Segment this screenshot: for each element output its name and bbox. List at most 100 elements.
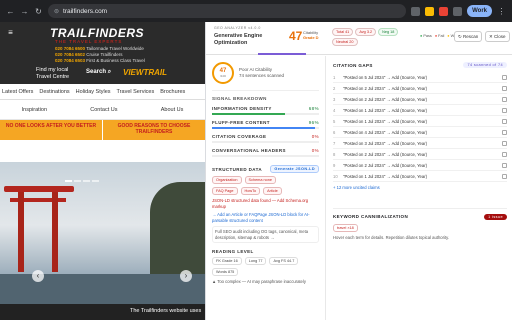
reload-icon[interactable]: ↻: [34, 7, 43, 16]
arrow-left-icon[interactable]: ←: [6, 7, 15, 16]
nav-brochures[interactable]: Brochures: [160, 89, 185, 95]
schema-chip[interactable]: Organization: [212, 176, 242, 184]
stat-chip[interactable]: Avg 3.2: [355, 28, 377, 36]
profile-button[interactable]: Work: [467, 5, 492, 17]
nav-contact-us[interactable]: Contact Us: [90, 107, 117, 113]
signal-row: CITATION COVERAGE 0%: [212, 134, 319, 143]
extension-icon[interactable]: [411, 6, 421, 16]
generate-jsonld-button[interactable]: Generate JSON-LD: [270, 165, 319, 173]
copy-icon[interactable]: [502, 74, 507, 80]
carousel-dot[interactable]: [74, 180, 81, 182]
citation-gap-item[interactable]: 3 "Posted on 2 Jul 2024" → Add (Source, Y…: [333, 94, 507, 105]
citation-gap-item[interactable]: 2 "Posted on 2 Jul 2024" → Add (Source, Y…: [333, 83, 507, 94]
schema-chip[interactable]: HowTo: [240, 187, 261, 195]
seo-audit-note[interactable]: Full SEO audit including OG tags, canoni…: [212, 226, 319, 243]
copy-icon[interactable]: [502, 151, 507, 157]
keyword-cannibalization-section: KEYWORD CANNIBALIZATION 1 issue travel ×…: [333, 208, 507, 240]
stat-chip[interactable]: Neutral 20: [332, 38, 358, 46]
right-column: CITATION GAPS 74 scanned of 74 1 "Posted …: [327, 56, 512, 320]
trailfinders-logo[interactable]: TRAILFINDERS: [50, 26, 144, 40]
promo-tab[interactable]: GOOD REASONS TO CHOOSE TRAILFINDERS: [102, 120, 205, 140]
gap-index: 3: [333, 96, 336, 102]
copy-icon[interactable]: [502, 96, 507, 102]
logo-tagline: THE TRAVEL EXPERTS: [55, 39, 123, 44]
viewtrail-logo[interactable]: VIEWTRAIL: [123, 68, 167, 77]
reading-chip: Avg FS 44.7: [269, 257, 299, 265]
search-icon: ⌕: [107, 69, 112, 75]
schema-chip[interactable]: FAQ Page: [212, 187, 238, 195]
url-text: trailfinders.com: [63, 7, 108, 15]
citation-gap-item[interactable]: 1 "Posted on 5 Jul 2024" → Add (Source, Y…: [333, 72, 507, 83]
citation-gap-item[interactable]: 6 "Posted on 4 Jul 2024" → Add (Source, Y…: [333, 127, 507, 138]
nav-latest-offers[interactable]: Latest Offers: [2, 89, 33, 95]
reading-level-warning: ▲ Too complex — AI may paraphrase inaccu…: [212, 279, 306, 284]
stat-chips: Total 41 Avg 3.2 Neg 18 Neutral 20: [332, 28, 412, 46]
citation-gap-item[interactable]: 7 "Posted on 3 Jul 2024" → Add (Source, Y…: [333, 138, 507, 149]
legend-fail: ● Fail: [434, 34, 445, 38]
nav-about-us[interactable]: About Us: [161, 107, 184, 113]
copy-icon[interactable]: [502, 107, 507, 113]
panel-header: GEO ANALYZER v4.0.0 Generative Engine Op…: [206, 22, 512, 55]
schema-chip[interactable]: Article: [263, 187, 282, 195]
structured-data-suggestion[interactable]: → Add an Article or FAQPage JSON-LD bloc…: [212, 212, 319, 223]
score-card: 47 /100 Poor AI Citability 74 sentences …: [212, 62, 319, 91]
keyword-chip[interactable]: travel ×18: [333, 224, 358, 232]
citation-gap-item[interactable]: 9 "Posted on 2 Jul 2024" → Add (Source, Y…: [333, 160, 507, 171]
site-header: ≡ TRAILFINDERS THE TRAVEL EXPERTS 020 70…: [0, 22, 205, 84]
nav-travel-services[interactable]: Travel Services: [117, 89, 155, 95]
score-summary: Poor AI Citability 74 sentences scanned: [239, 67, 285, 78]
copy-icon[interactable]: [502, 162, 507, 168]
close-button[interactable]: ✕ Close: [485, 31, 510, 42]
schema-chips: FAQ Page HowTo Article: [212, 187, 319, 195]
copy-icon[interactable]: [502, 85, 507, 91]
schema-chip[interactable]: Schema none: [244, 176, 276, 184]
carousel-next-icon[interactable]: ›: [180, 270, 192, 282]
torii-post: [52, 192, 58, 272]
active-tab-indicator: [258, 53, 306, 55]
carousel-dot[interactable]: [83, 180, 90, 182]
carousel-dot[interactable]: [92, 180, 99, 182]
more-gaps-link[interactable]: + 12 more uncited claims: [333, 185, 507, 190]
torii-post: [18, 192, 24, 272]
find-local-travel-centre-link[interactable]: Find my local Travel Centre: [36, 67, 80, 81]
gap-index: 6: [333, 129, 336, 135]
citation-gap-item[interactable]: 8 "Posted on 2 Jul 2024" → Add (Source, Y…: [333, 149, 507, 160]
stat-chip[interactable]: Neg 18: [378, 28, 399, 36]
copy-icon[interactable]: [502, 173, 507, 179]
puzzle-icon[interactable]: [453, 6, 463, 16]
promo-tab[interactable]: NO ONE LOOKS AFTER YOU BETTER: [0, 120, 102, 140]
hamburger-icon[interactable]: ≡: [6, 28, 15, 37]
geo-analyzer-extension-icon[interactable]: [425, 6, 435, 16]
phone-line[interactable]: 020 7084 6503 First & Business Class Tra…: [55, 58, 145, 64]
site-info-icon[interactable]: ⊜: [54, 8, 59, 15]
copy-icon[interactable]: [502, 140, 507, 146]
torii-gate: [4, 186, 74, 192]
reading-chip: FK Grade 16: [212, 257, 242, 265]
copy-icon[interactable]: [502, 129, 507, 135]
gap-index: 8: [333, 151, 336, 157]
keyword-cannibalization-heading: KEYWORD CANNIBALIZATION 1 issue: [333, 208, 507, 220]
menu-kebab-icon[interactable]: ⋮: [497, 7, 506, 16]
extension-icon[interactable]: [439, 6, 449, 16]
citation-gap-item[interactable]: 10 "Posted on 1 Jul 2024" → Add (Source, …: [333, 171, 507, 182]
carousel-dot[interactable]: [65, 180, 72, 182]
nav-destinations[interactable]: Destinations: [39, 89, 69, 95]
carousel-prev-icon[interactable]: ‹: [32, 270, 44, 282]
citation-gap-list: 1 "Posted on 5 Jul 2024" → Add (Source, Y…: [333, 72, 507, 182]
nav-inspiration[interactable]: Inspiration: [22, 107, 47, 113]
citation-gap-item[interactable]: 4 "Posted on 1 Jul 2024" → Add (Source, Y…: [333, 105, 507, 116]
stat-chip[interactable]: Total 41: [332, 28, 354, 36]
copy-icon[interactable]: [502, 118, 507, 124]
gap-index: 5: [333, 118, 336, 124]
panel-title: Generative Engine Optimization: [214, 33, 263, 46]
gaps-count-badge: 74 scanned of 74: [463, 62, 507, 68]
nav-holiday-styles[interactable]: Holiday Styles: [76, 89, 111, 95]
rescan-button[interactable]: ↻ Rescan: [454, 31, 483, 42]
citation-gap-item[interactable]: 5 "Posted on 1 Jul 2024" → Add (Source, Y…: [333, 116, 507, 127]
search-link[interactable]: Search ⌕: [86, 69, 111, 76]
address-bar[interactable]: ⊜ trailfinders.com: [48, 4, 407, 18]
arrow-right-icon[interactable]: →: [20, 7, 29, 16]
site-secondary-nav: Inspiration Contact Us About Us: [0, 100, 205, 120]
score-ring: 47 /100: [212, 62, 234, 84]
carousel-dots: [65, 180, 99, 182]
